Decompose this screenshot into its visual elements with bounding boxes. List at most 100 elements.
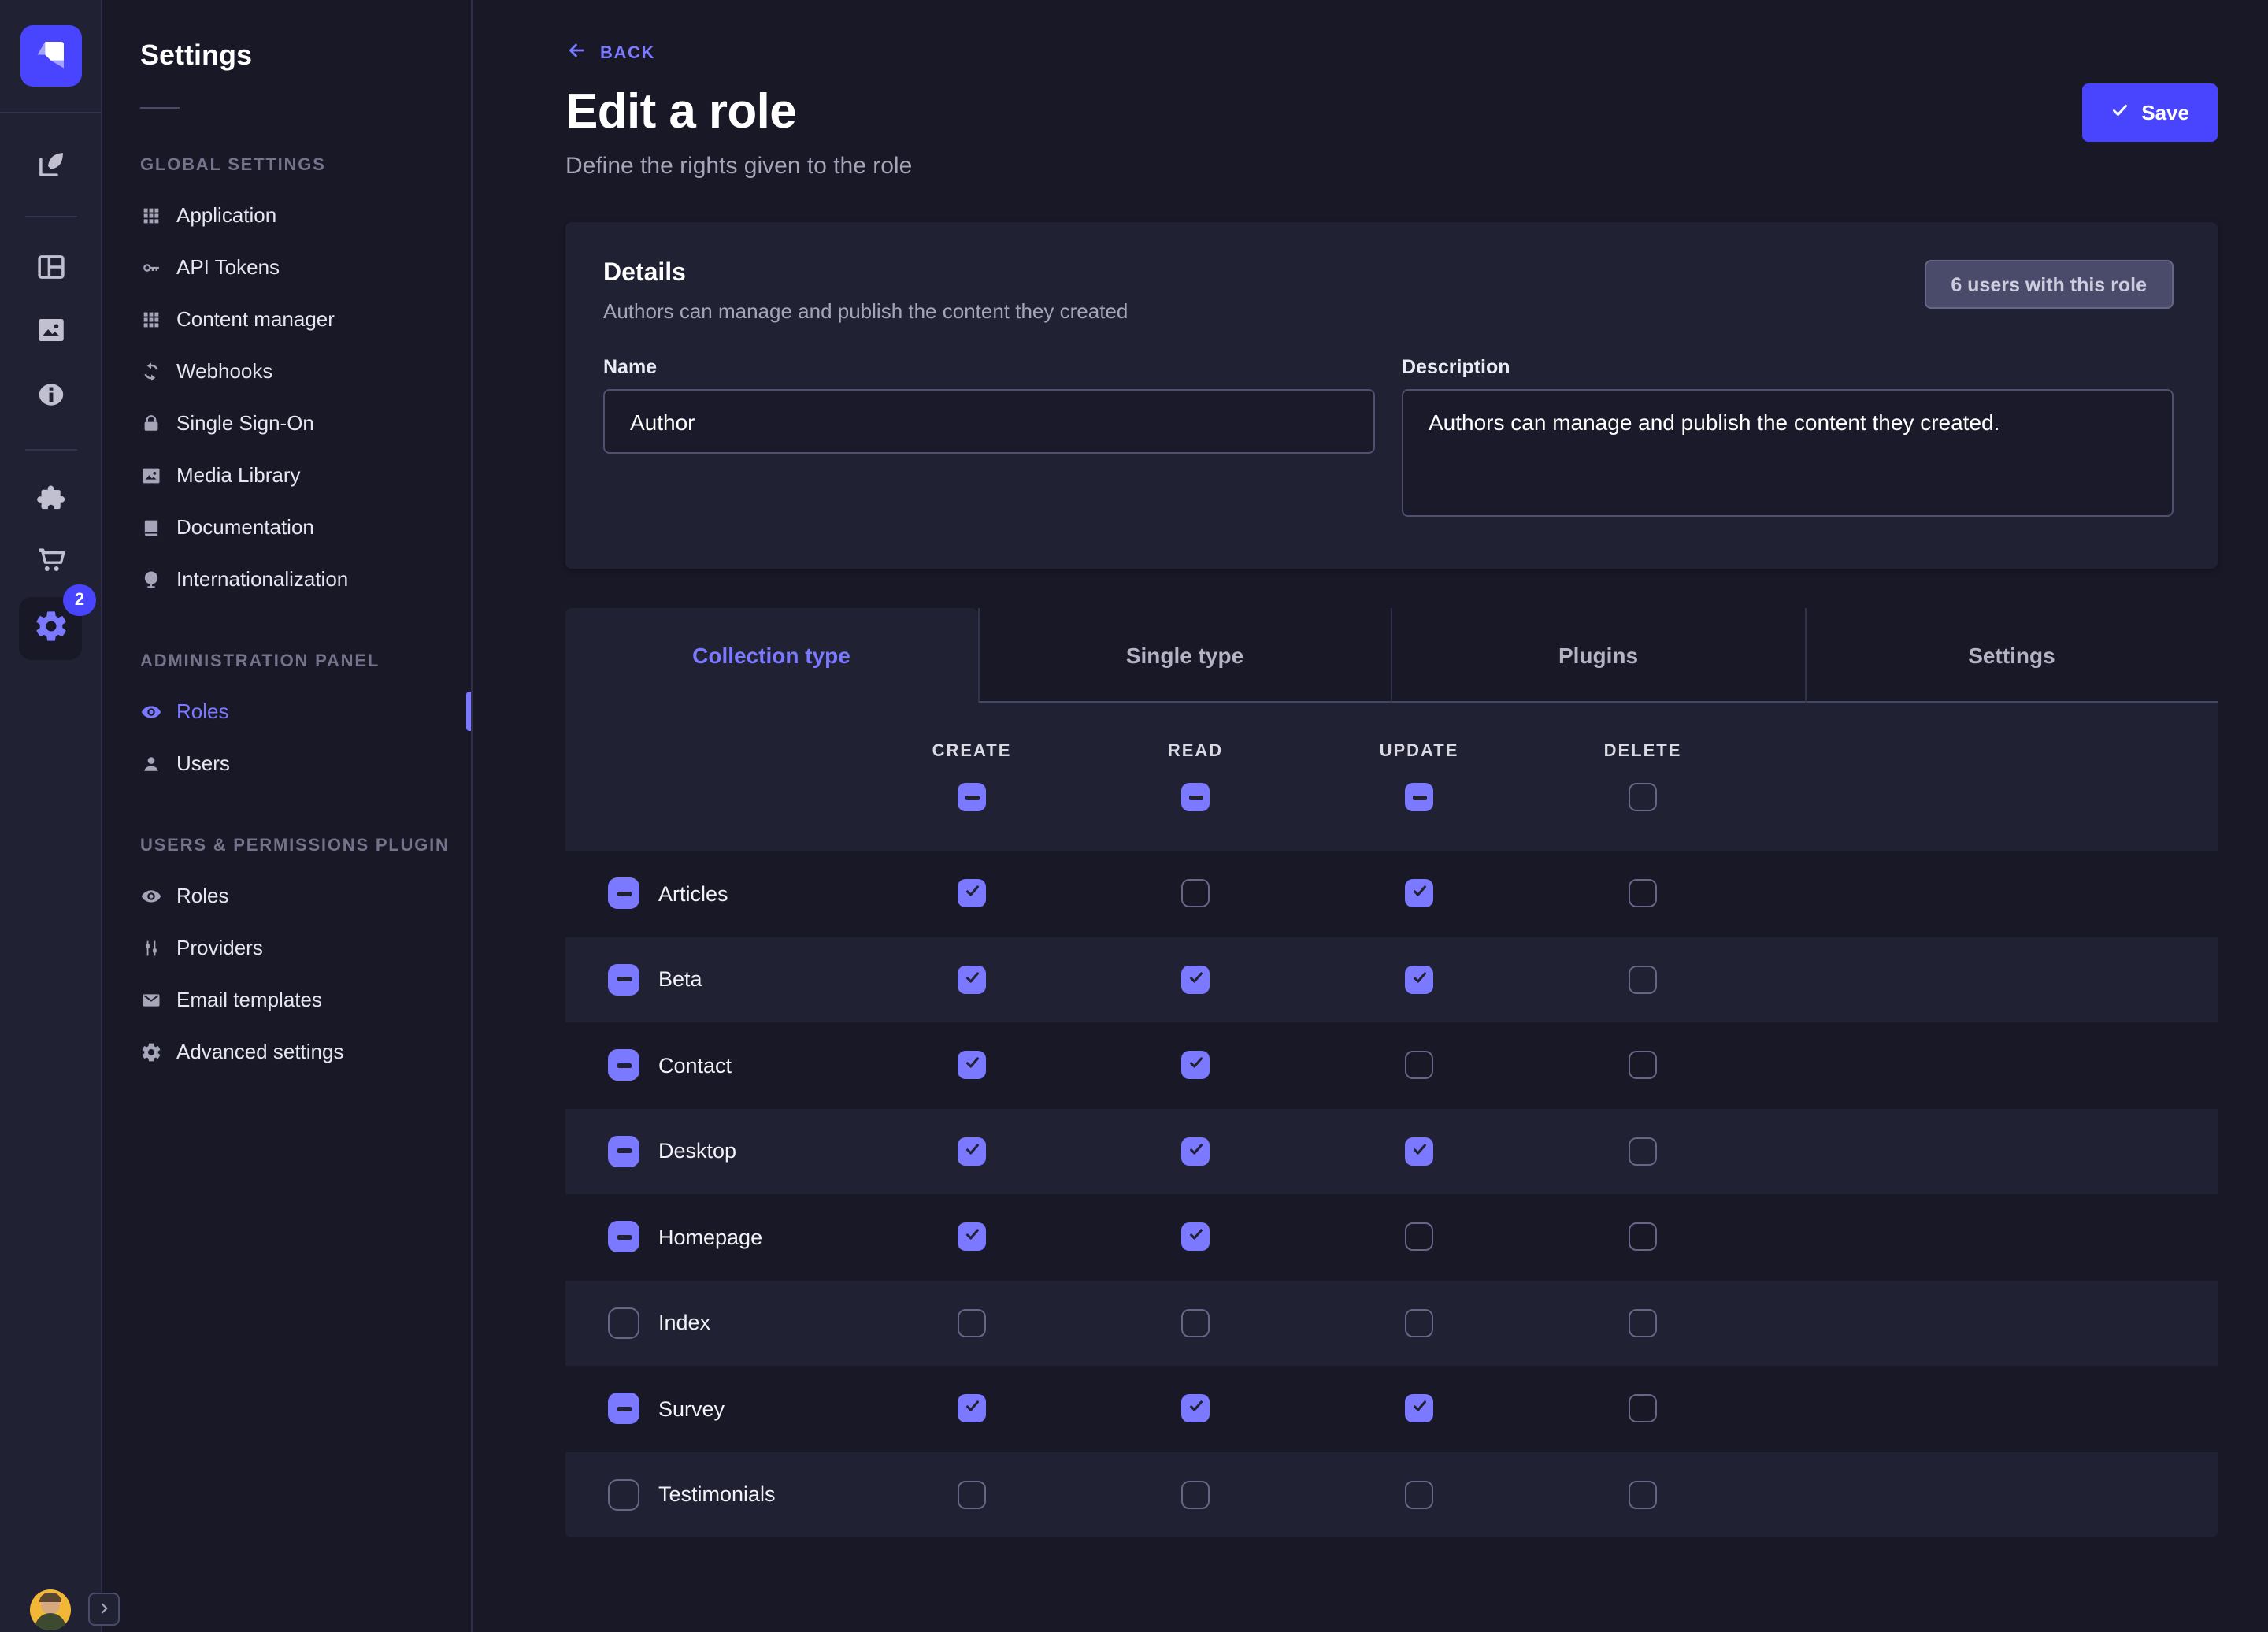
subnav-divider — [140, 107, 180, 109]
sidebar-item-documentation[interactable]: Documentation — [102, 501, 471, 553]
sidebar-item-content-manager[interactable]: Content manager — [102, 293, 471, 345]
checkbox-row-testimonials[interactable] — [608, 1479, 639, 1511]
indeterminate-dash-icon — [617, 977, 631, 982]
sidebar-item-roles[interactable]: Roles — [102, 870, 471, 922]
checkbox-articles-read[interactable] — [1181, 880, 1210, 908]
column-header-delete: DELETE — [1531, 742, 1755, 761]
checkbox-articles-delete[interactable] — [1629, 880, 1657, 908]
checkbox-survey-read[interactable] — [1181, 1395, 1210, 1423]
grid-icon — [140, 308, 162, 330]
sidebar-item-email-templates[interactable]: Email templates — [102, 974, 471, 1026]
sidebar-item-api-tokens[interactable]: API Tokens — [102, 241, 471, 293]
sidebar-item-webhooks[interactable]: Webhooks — [102, 345, 471, 397]
rail-item-information[interactable] — [19, 365, 82, 428]
checkbox-select-all-update[interactable] — [1405, 783, 1433, 811]
details-card: Details Authors can manage and publish t… — [565, 222, 2218, 569]
sidebar-item-internationalization[interactable]: Internationalization — [102, 553, 471, 605]
checkbox-beta-create[interactable] — [958, 966, 986, 994]
eye-icon — [140, 700, 162, 722]
permission-row-articles: Articles — [565, 851, 2218, 937]
checkbox-homepage-update[interactable] — [1405, 1223, 1433, 1252]
checkbox-survey-delete[interactable] — [1629, 1395, 1657, 1423]
checkbox-row-desktop[interactable] — [608, 1136, 639, 1167]
checkbox-survey-create[interactable] — [958, 1395, 986, 1423]
webhook-icon — [140, 360, 162, 382]
checkbox-testimonials-update[interactable] — [1405, 1481, 1433, 1509]
checkbox-row-homepage[interactable] — [608, 1222, 639, 1253]
gear-icon — [32, 608, 69, 649]
globe-icon — [140, 568, 162, 590]
image-sm-icon — [140, 464, 162, 486]
checkbox-beta-read[interactable] — [1181, 966, 1210, 994]
checkbox-desktop-create[interactable] — [958, 1137, 986, 1166]
checkbox-contact-update[interactable] — [1405, 1052, 1433, 1080]
checkbox-row-index[interactable] — [608, 1307, 639, 1339]
name-input[interactable] — [603, 389, 1375, 454]
strapi-logo[interactable] — [20, 25, 82, 87]
checkbox-contact-create[interactable] — [958, 1052, 986, 1080]
permissions-header: CREATEREADUPDATEDELETE — [565, 703, 2218, 851]
checkbox-row-contact[interactable] — [608, 1050, 639, 1081]
tab-collection-type[interactable]: Collection type — [565, 608, 977, 703]
sidebar-item-single-sign-on[interactable]: Single Sign-On — [102, 397, 471, 449]
indeterminate-dash-icon — [617, 1063, 631, 1068]
tab-settings[interactable]: Settings — [1804, 608, 2218, 703]
checkbox-survey-update[interactable] — [1405, 1395, 1433, 1423]
checkbox-homepage-delete[interactable] — [1629, 1223, 1657, 1252]
sidebar-item-label: Single Sign-On — [176, 411, 314, 435]
sidebar-item-users[interactable]: Users — [102, 737, 471, 789]
checkbox-beta-delete[interactable] — [1629, 966, 1657, 994]
checkbox-desktop-read[interactable] — [1181, 1137, 1210, 1166]
sidebar-item-label: Providers — [176, 936, 263, 959]
description-input[interactable]: Authors can manage and publish the conte… — [1402, 389, 2174, 517]
sidebar-item-application[interactable]: Application — [102, 189, 471, 241]
checkbox-index-read[interactable] — [1181, 1309, 1210, 1337]
permission-row-contact: Contact — [565, 1022, 2218, 1108]
column-header-update: UPDATE — [1307, 742, 1531, 761]
checkbox-testimonials-delete[interactable] — [1629, 1481, 1657, 1509]
checkbox-testimonials-create[interactable] — [958, 1481, 986, 1509]
rail-item-marketplace[interactable] — [19, 531, 82, 594]
rail-item-media-library[interactable] — [19, 301, 82, 364]
section-heading: USERS & PERMISSIONS PLUGIN — [102, 836, 471, 855]
back-link[interactable]: BACK — [565, 39, 655, 66]
checkbox-homepage-read[interactable] — [1181, 1223, 1210, 1252]
checkbox-row-survey[interactable] — [608, 1393, 639, 1425]
checkbox-articles-update[interactable] — [1405, 880, 1433, 908]
checkbox-row-beta[interactable] — [608, 964, 639, 996]
tab-single-type[interactable]: Single type — [977, 608, 1391, 703]
save-button[interactable]: Save — [2081, 83, 2218, 142]
expand-sidebar-button[interactable] — [88, 1593, 120, 1626]
rail-item-settings[interactable]: 2 — [19, 597, 82, 660]
main-content: BACK Edit a role Define the rights given… — [472, 0, 2268, 1632]
rail-item-plugins[interactable] — [19, 469, 82, 532]
checkbox-contact-read[interactable] — [1181, 1052, 1210, 1080]
sidebar-item-label: Users — [176, 751, 230, 775]
checkbox-testimonials-read[interactable] — [1181, 1481, 1210, 1509]
sidebar-item-advanced-settings[interactable]: Advanced settings — [102, 1026, 471, 1077]
checkbox-index-update[interactable] — [1405, 1309, 1433, 1337]
checkbox-contact-delete[interactable] — [1629, 1052, 1657, 1080]
checkbox-select-all-create[interactable] — [958, 783, 986, 811]
checkbox-index-create[interactable] — [958, 1309, 986, 1337]
user-avatar[interactable] — [30, 1589, 71, 1630]
sidebar-item-providers[interactable]: Providers — [102, 922, 471, 974]
rail-item-content-manager[interactable] — [19, 238, 82, 301]
section-heading: ADMINISTRATION PANEL — [102, 652, 471, 671]
rail-item-content-builder[interactable] — [19, 135, 82, 198]
checkbox-articles-create[interactable] — [958, 880, 986, 908]
checkbox-desktop-update[interactable] — [1405, 1137, 1433, 1166]
sidebar-item-roles[interactable]: Roles — [102, 685, 471, 737]
checkbox-select-all-read[interactable] — [1181, 783, 1210, 811]
row-label: Testimonials — [658, 1483, 776, 1507]
checkbox-beta-update[interactable] — [1405, 966, 1433, 994]
checkbox-index-delete[interactable] — [1629, 1309, 1657, 1337]
checkbox-desktop-delete[interactable] — [1629, 1137, 1657, 1166]
checkbox-row-articles[interactable] — [608, 878, 639, 910]
row-label: Articles — [658, 882, 728, 906]
sidebar-item-media-library[interactable]: Media Library — [102, 449, 471, 501]
tab-plugins[interactable]: Plugins — [1391, 608, 1804, 703]
checkbox-homepage-create[interactable] — [958, 1223, 986, 1252]
check-icon — [1410, 1395, 1428, 1423]
checkbox-select-all-delete[interactable] — [1629, 783, 1657, 811]
